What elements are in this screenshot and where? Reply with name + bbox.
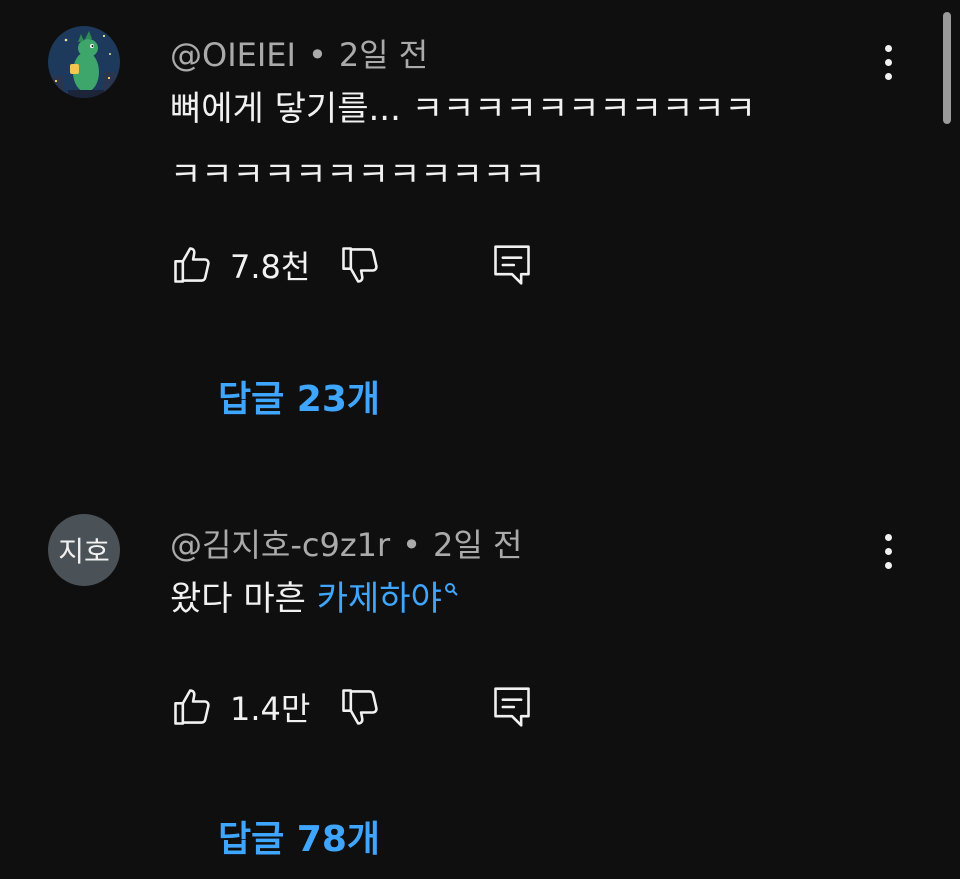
scrollbar[interactable]	[943, 12, 951, 124]
comment-item: 지호 @김지호-c9z1r • 2일 전 왔다 마흔 카제하야 1.4만 답글 …	[0, 500, 940, 879]
comment-meta: @김지호-c9z1r • 2일 전	[170, 520, 522, 566]
comment-actions: 1.4만	[170, 682, 570, 732]
comments-screen: @OIEIEI • 2일 전 뼈에게 닿기를... ㅋㅋㅋㅋㅋㅋㅋㅋㅋㅋㅋ ㅋㅋㅋㅋ…	[0, 0, 960, 879]
thumbs-up-icon	[174, 247, 210, 283]
view-replies-button[interactable]: 답글 23개	[218, 370, 380, 422]
comment-time: 2일 전	[433, 526, 523, 564]
comment-text-line: 뼈에게 닿기를... ㅋㅋㅋㅋㅋㅋㅋㅋㅋㅋㅋ	[170, 89, 756, 129]
search-link[interactable]: 카제하야	[317, 579, 460, 619]
like-count: 1.4만	[230, 690, 311, 728]
comment-actions: 7.8천	[170, 240, 570, 290]
meta-separator: •	[307, 36, 327, 74]
dislike-button[interactable]	[338, 243, 382, 287]
comment-item: @OIEIEI • 2일 전 뼈에게 닿기를... ㅋㅋㅋㅋㅋㅋㅋㅋㅋㅋㅋ ㅋㅋㅋㅋ…	[0, 0, 940, 440]
like-count: 7.8천	[230, 248, 311, 286]
avatar[interactable]: 지호	[48, 514, 120, 586]
meta-separator: •	[402, 526, 422, 564]
thumbs-down-icon	[342, 247, 378, 283]
avatar[interactable]	[48, 26, 120, 98]
reply-button[interactable]	[490, 683, 534, 731]
view-replies-button[interactable]: 답글 78개	[218, 810, 380, 862]
reply-button[interactable]	[490, 241, 534, 289]
comment-text: 왔다 마흔 카제하야	[170, 566, 870, 632]
comment-reply-icon	[494, 245, 530, 285]
comment-meta: @OIEIEI • 2일 전	[170, 30, 428, 76]
comment-text: 뼈에게 닿기를... ㅋㅋㅋㅋㅋㅋㅋㅋㅋㅋㅋ ㅋㅋㅋㅋㅋㅋㅋㅋㅋㅋㅋㅋ	[170, 76, 870, 208]
comment-text-prefix: 왔다 마흔	[170, 579, 317, 619]
green-monster-avatar-icon	[48, 26, 120, 98]
thumbs-up-icon	[174, 689, 210, 725]
search-icon	[444, 582, 458, 596]
thumbs-down-icon	[342, 689, 378, 725]
more-options-button[interactable]	[870, 527, 906, 575]
comment-time: 2일 전	[338, 36, 429, 74]
more-options-button[interactable]	[870, 38, 906, 86]
search-link-label: 카제하야	[316, 579, 442, 619]
comment-reply-icon	[494, 687, 530, 727]
dislike-button[interactable]	[338, 685, 382, 729]
comment-author[interactable]: @김지호-c9z1r	[170, 526, 390, 564]
comment-text-line: ㅋㅋㅋㅋㅋㅋㅋㅋㅋㅋㅋㅋ	[170, 155, 546, 195]
avatar-initials: 지호	[58, 535, 110, 568]
comment-author[interactable]: @OIEIEI	[170, 36, 296, 74]
like-button[interactable]: 7.8천	[170, 242, 310, 288]
like-button[interactable]: 1.4만	[170, 684, 310, 730]
